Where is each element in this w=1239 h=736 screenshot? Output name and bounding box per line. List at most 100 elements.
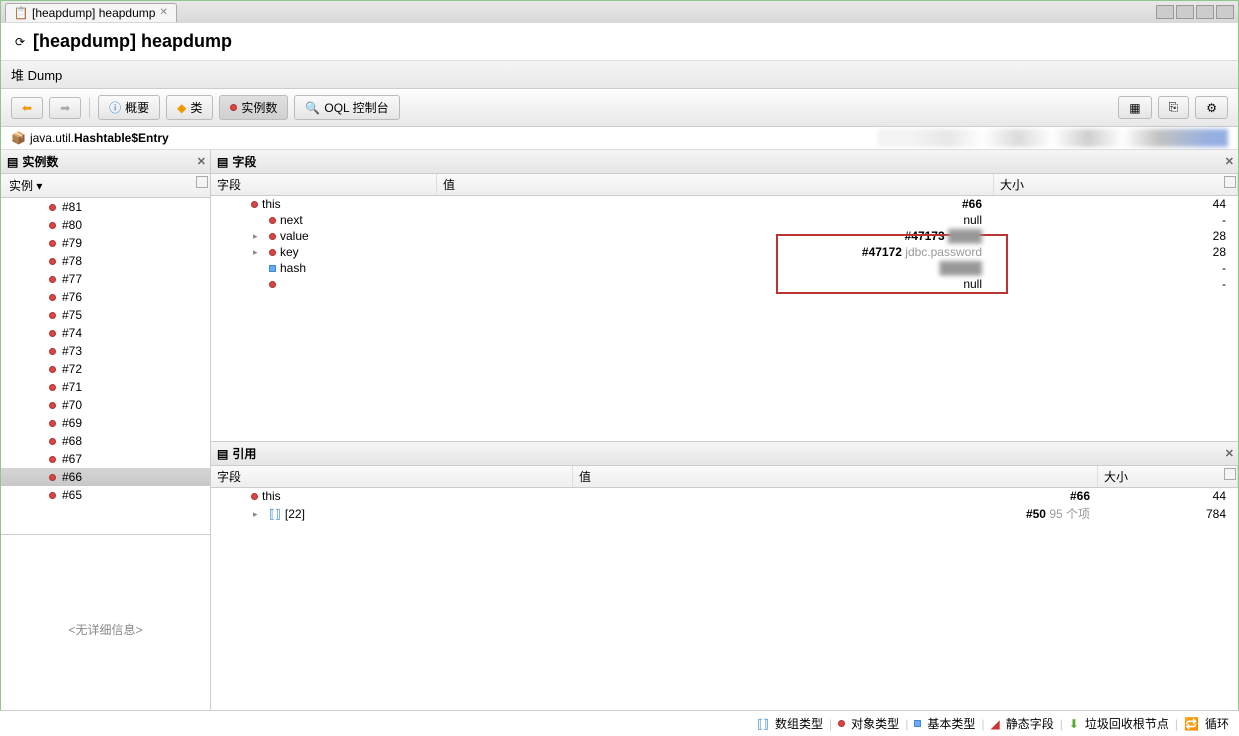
instances-col[interactable]: 实例 ▾ (5, 176, 46, 195)
instance-item[interactable]: #72 (1, 360, 210, 378)
panel-icon: ▤ (217, 447, 228, 461)
classes-button[interactable]: ◆类 (166, 95, 213, 120)
instance-icon (49, 456, 56, 463)
object-icon (251, 493, 258, 500)
win-prev-button[interactable] (1156, 5, 1174, 19)
action-btn-1[interactable]: ▦ (1118, 96, 1151, 119)
instance-item[interactable]: #73 (1, 342, 210, 360)
instance-item[interactable]: #80 (1, 216, 210, 234)
instance-item[interactable]: #76 (1, 288, 210, 306)
field-value-cell: #47172 jdbc.password (441, 245, 990, 259)
action-btn-3[interactable]: ⚙ (1195, 96, 1228, 119)
nav-forward-button[interactable]: ➡ (49, 97, 81, 119)
main-area: ▤ 实例数 ✕ 实例 ▾ #81#80#79#78#77#76#75#74#73… (1, 150, 1238, 724)
nav-back-button[interactable]: ⬅ (11, 97, 43, 119)
separator (89, 98, 90, 118)
field-value-cell: █████ (441, 261, 990, 275)
refresh-icon[interactable]: ⟳ (13, 35, 27, 49)
win-minimize-button[interactable] (1196, 5, 1214, 19)
panel-close-icon[interactable]: ✕ (1225, 447, 1234, 460)
object-icon (251, 201, 258, 208)
blurred-region (878, 129, 1228, 147)
instance-item[interactable]: #79 (1, 234, 210, 252)
no-details-label: <无详细信息> (68, 621, 142, 638)
instance-item[interactable]: #74 (1, 324, 210, 342)
instance-id: #75 (62, 308, 82, 322)
instance-item[interactable]: #81 (1, 198, 210, 216)
instance-icon (49, 312, 56, 319)
table-row[interactable]: this#66 44 (211, 196, 1238, 212)
instance-id: #72 (62, 362, 82, 376)
oql-button[interactable]: 🔍OQL 控制台 (294, 95, 399, 120)
expand-icon[interactable]: ▸ (253, 509, 263, 519)
column-menu-button[interactable] (196, 176, 208, 188)
sub-header: 堆 Dump (1, 61, 1238, 89)
thread-icon: ⎘ (1169, 100, 1179, 115)
instance-item[interactable]: #66 (1, 468, 210, 486)
instance-list[interactable]: #81#80#79#78#77#76 #75 #74#73 #72 #71#70 #69 #… (1, 198, 210, 534)
instance-item[interactable]: #77 (1, 270, 210, 288)
instance-item[interactable]: #78 (1, 252, 210, 270)
file-tab[interactable]: 📋 [heapdump] heapdump ✕ (5, 3, 177, 22)
panel-close-icon[interactable]: ✕ (197, 155, 206, 168)
classes-label: 类 (190, 99, 202, 116)
expand-icon[interactable]: ▸ (253, 231, 263, 241)
refs-table-body[interactable]: this#66 44▸⟦⟧[22]#50 95 个项784 (211, 488, 1238, 724)
col-field[interactable]: 字段 (211, 466, 573, 487)
table-row[interactable]: this#66 44 (211, 488, 1238, 504)
instance-item[interactable]: #65 (1, 486, 210, 504)
instance-item[interactable]: #71 (1, 378, 210, 396)
field-name-cell: this (211, 197, 441, 211)
instance-item[interactable]: #69 (1, 414, 210, 432)
object-icon (269, 217, 276, 224)
table-row[interactable]: hash █████- (211, 260, 1238, 276)
field-size-cell: 28 (990, 245, 1238, 259)
tab-title: [heapdump] heapdump (32, 6, 155, 20)
field-value-cell: null (441, 213, 990, 227)
col-size[interactable]: 大小 (994, 174, 1238, 195)
overview-button[interactable]: ⓘ概要 (98, 95, 160, 120)
expand-icon[interactable]: ▸ (253, 247, 263, 257)
panel-close-icon[interactable]: ✕ (1225, 155, 1234, 168)
instance-item[interactable]: #67 (1, 450, 210, 468)
col-value[interactable]: 值 (573, 466, 1098, 487)
fields-table-header: 字段 值 大小 (211, 174, 1238, 196)
filter-icon: ▦ (1129, 101, 1140, 115)
right-panel: ▤ 字段 ✕ 字段 值 大小 this#66 44next null-▸valu… (211, 150, 1238, 724)
object-icon (269, 249, 276, 256)
win-maximize-button[interactable] (1216, 5, 1234, 19)
instance-icon (49, 222, 56, 229)
win-next-button[interactable] (1176, 5, 1194, 19)
instance-id: #69 (62, 416, 82, 430)
field-name-cell: ▸value (211, 229, 441, 243)
breadcrumb-class[interactable]: java.util.Hashtable$Entry (30, 131, 169, 145)
instance-item[interactable]: #75 (1, 306, 210, 324)
class-icon: ◆ (177, 101, 186, 115)
col-field[interactable]: 字段 (211, 174, 437, 195)
panel-icon: ▤ (7, 155, 18, 169)
instance-item[interactable]: #68 (1, 432, 210, 450)
oql-label: OQL 控制台 (324, 99, 388, 116)
field-size-cell: 44 (1098, 489, 1238, 503)
table-row[interactable]: ▸key#47172 jdbc.password28 (211, 244, 1238, 260)
table-row[interactable]: ▸⟦⟧[22]#50 95 个项784 (211, 504, 1238, 523)
panel-icon: ▤ (217, 155, 228, 169)
column-menu-button[interactable] (1224, 468, 1236, 480)
column-menu-button[interactable] (1224, 176, 1236, 188)
table-row[interactable]: ▸value#47173 ████28 (211, 228, 1238, 244)
table-row[interactable]: null- (211, 276, 1238, 292)
static-field-icon: ◢ (990, 717, 999, 731)
fields-panel-title: 字段 (232, 153, 256, 170)
col-size[interactable]: 大小 (1098, 466, 1238, 487)
table-row[interactable]: next null- (211, 212, 1238, 228)
tab-close-icon[interactable]: ✕ (159, 7, 167, 18)
field-size-cell: - (990, 277, 1238, 291)
instance-icon (49, 366, 56, 373)
fields-table-body[interactable]: this#66 44next null-▸value#47173 ████28▸… (211, 196, 1238, 441)
instances-button[interactable]: 实例数 (219, 95, 288, 120)
field-name-cell: this (211, 489, 441, 503)
instance-item[interactable]: #70 (1, 396, 210, 414)
instance-icon (49, 492, 56, 499)
col-value[interactable]: 值 (437, 174, 994, 195)
action-btn-2[interactable]: ⎘ (1158, 96, 1190, 119)
